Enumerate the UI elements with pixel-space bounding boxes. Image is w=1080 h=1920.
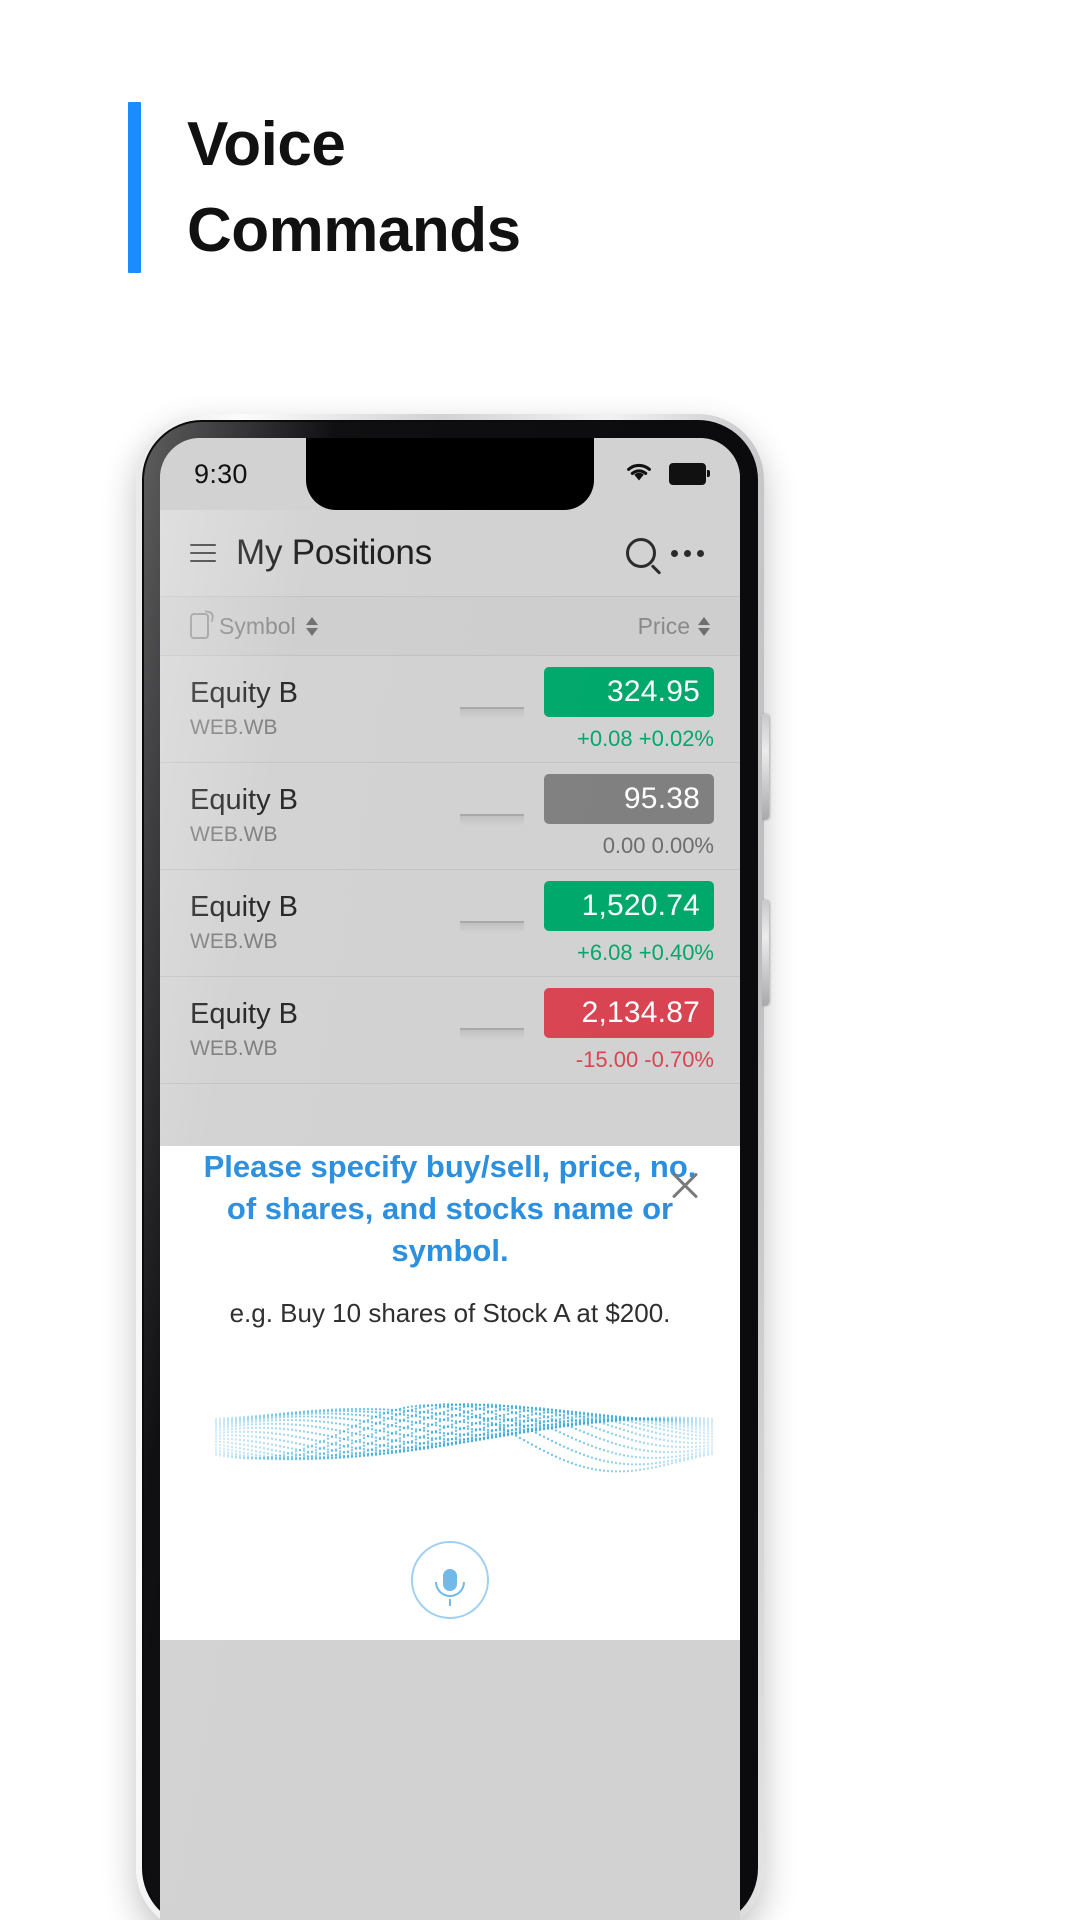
symbol-column-label: Symbol (219, 612, 296, 639)
price-column-header[interactable]: Price (638, 613, 710, 640)
search-button[interactable] (618, 530, 664, 576)
device-icon (190, 613, 209, 639)
change-value: 0.00 0.00% (602, 832, 714, 858)
equity-ticker: WEB.WB (190, 1037, 278, 1061)
battery-full-icon (669, 463, 710, 485)
column-header: Symbol Price (160, 596, 740, 656)
phone-notch (306, 438, 594, 510)
close-icon[interactable] (668, 1168, 702, 1202)
symbol-cell: Equity B WEB.WB (190, 890, 440, 955)
equity-name: Equity B (190, 890, 298, 923)
positions-list: Equity B WEB.WB 324.95 +0.08 +0.02% Equity B… (160, 656, 740, 1084)
hamburger-menu-icon[interactable] (190, 544, 216, 562)
poster-canvas: Voice Commands 9:30 My Positions Symbol … (0, 0, 1080, 1920)
table-row[interactable]: Equity B WEB.WB 95.38 0.00 0.00% (160, 763, 740, 870)
price-badge: 95.38 (544, 773, 714, 824)
table-row[interactable]: Equity B WEB.WB 1,520.74 +6.08 +0.40% (160, 870, 740, 977)
voice-prompt-text: Please specify buy/sell, price, no. of s… (203, 1149, 697, 1268)
table-row[interactable]: Equity B WEB.WB 324.95 +0.08 +0.02% (160, 656, 740, 763)
change-value: -15.00 -0.70% (575, 1046, 714, 1072)
symbol-cell: Equity B WEB.WB (190, 676, 440, 741)
sort-arrows-icon (305, 616, 318, 636)
more-options-icon (670, 549, 704, 557)
voice-waveform (214, 1402, 714, 1473)
price-badge: 2,134.87 (544, 987, 714, 1038)
change-value: +0.08 +0.02% (576, 725, 714, 751)
microphone-icon (435, 1568, 465, 1606)
equity-ticker: WEB.WB (190, 823, 278, 847)
price-cell: 1,520.74 +6.08 +0.40% (544, 880, 714, 966)
symbol-cell: Equity B WEB.WB (190, 783, 440, 848)
app-title: My Positions (236, 533, 432, 572)
more-options-button[interactable] (664, 530, 710, 576)
sparkline-chart (452, 691, 532, 727)
headline-accent-bar (128, 102, 141, 274)
price-cell: 2,134.87 -15.00 -0.70% (544, 987, 714, 1073)
equity-name: Equity B (190, 997, 298, 1030)
phone-mockup: 9:30 My Positions Symbol Price Equity B … (136, 414, 769, 1920)
headline: Voice Commands (128, 102, 521, 274)
table-row[interactable]: Equity B WEB.WB 2,134.87 -15.00 -0.70% (160, 977, 740, 1084)
symbol-column-header[interactable]: Symbol (190, 613, 638, 640)
price-badge: 324.95 (544, 666, 714, 717)
voice-command-panel: Please specify buy/sell, price, no. of s… (160, 1146, 740, 1640)
change-value: +6.08 +0.40% (576, 939, 714, 965)
app-bar: My Positions (160, 510, 740, 596)
search-icon (626, 538, 656, 568)
price-cell: 95.38 0.00 0.00% (544, 773, 714, 859)
voice-example-text: e.g. Buy 10 shares of Stock A at $200. (229, 1297, 671, 1328)
power-button[interactable] (762, 714, 769, 820)
volume-button[interactable] (762, 900, 769, 1006)
price-badge: 1,520.74 (544, 880, 714, 931)
microphone-button[interactable] (411, 1540, 489, 1619)
equity-name: Equity B (190, 783, 298, 816)
phone-screen: 9:30 My Positions Symbol Price Equity B … (160, 438, 740, 1920)
sparkline-chart (452, 798, 532, 834)
sparkline-chart (452, 905, 532, 941)
price-cell: 324.95 +0.08 +0.02% (544, 666, 714, 752)
equity-ticker: WEB.WB (190, 716, 278, 740)
wifi-icon (623, 460, 655, 489)
equity-name: Equity B (190, 676, 298, 709)
page-title: Voice Commands (187, 110, 521, 265)
price-column-label: Price (637, 612, 690, 639)
sort-arrows-icon (698, 616, 710, 636)
symbol-cell: Equity B WEB.WB (190, 997, 440, 1062)
sparkline-chart (452, 1012, 532, 1048)
status-icons (623, 460, 710, 489)
equity-ticker: WEB.WB (190, 930, 278, 954)
status-time: 9:30 (194, 458, 248, 489)
